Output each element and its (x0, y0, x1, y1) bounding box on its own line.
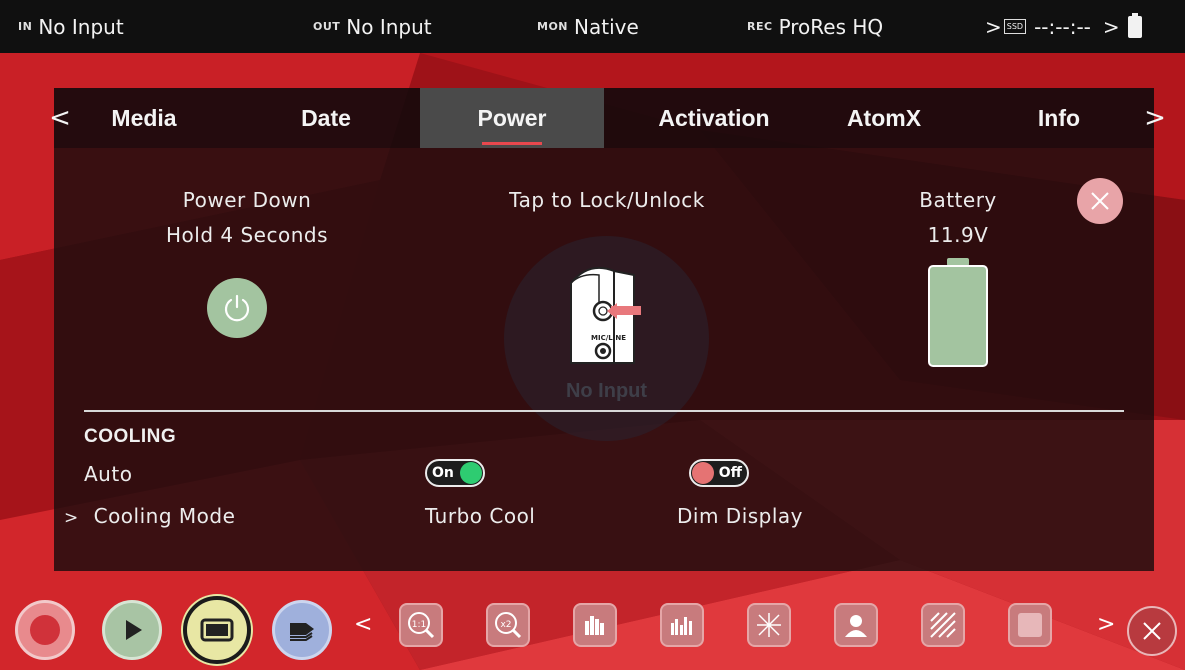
status-more-arrow: > (1102, 14, 1120, 39)
monitor-status[interactable]: MON Native (537, 0, 639, 53)
ssd-icon: SSD (1003, 19, 1027, 34)
zoom-x2-icon: x2 (495, 612, 522, 639)
battery-title: Battery (919, 188, 997, 212)
section-divider (84, 410, 1124, 412)
tag-icon (290, 623, 314, 641)
cooling-mode-arrow: > (64, 508, 79, 528)
waveform-button[interactable] (573, 603, 617, 647)
battery-icon (928, 258, 988, 367)
rgb-parade-icon (671, 617, 692, 635)
tabs-prev-arrow[interactable]: < (40, 88, 80, 148)
dim-display-label: Dim Display (677, 504, 804, 528)
power-down-hint: Hold 4 Seconds (166, 223, 328, 247)
blank-button[interactable] (1008, 603, 1052, 647)
toggle-knob (460, 462, 482, 484)
input-tag: IN (18, 20, 33, 33)
cooling-mode-row[interactable]: > Cooling Mode (64, 504, 235, 528)
tabs-next-arrow[interactable]: > (1140, 88, 1170, 148)
rgb-parade-button[interactable] (660, 603, 704, 647)
power-down-title: Power Down (182, 188, 312, 212)
vectorscope-icon (757, 613, 781, 637)
record-format-status[interactable]: REC ProRes HQ (747, 0, 883, 53)
cooling-heading: COOLING (84, 426, 177, 447)
close-icon (1091, 192, 1109, 210)
settings-tab-bar: < Media Date Power Activation AtomX Info… (49, 88, 1166, 148)
record-button[interactable] (15, 600, 75, 660)
play-icon (126, 620, 142, 640)
tab-atomx[interactable]: AtomX (824, 88, 944, 148)
input-value: No Input (38, 14, 124, 39)
media-arrow: > (985, 14, 1002, 39)
tag-button[interactable] (272, 600, 332, 660)
tab-activation[interactable]: Activation (629, 88, 799, 148)
tab-date[interactable]: Date (266, 88, 386, 148)
battery-voltage: 11.9V (927, 223, 989, 247)
toolbar-prev-arrow[interactable]: < (354, 612, 372, 637)
timecode: --:--:-- (1034, 14, 1091, 39)
zoom-1to1-icon: 1:1 (408, 612, 435, 639)
zoom-1to1-text: 1:1 (412, 620, 426, 630)
status-bar: IN No Input OUT No Input MON Native REC … (0, 0, 1185, 53)
monitor-tag: MON (537, 20, 569, 33)
blank-icon (1018, 613, 1042, 637)
tab-power[interactable]: Power (420, 88, 604, 148)
output-tag: OUT (313, 20, 341, 33)
lock-title: Tap to Lock/Unlock (509, 188, 705, 212)
close-icon (1143, 622, 1161, 640)
lock-overlay-text: No Input (565, 380, 648, 402)
dim-display-toggle[interactable]: Off (689, 459, 749, 487)
false-color-button[interactable] (834, 603, 878, 647)
record-icon (30, 615, 60, 645)
turbo-cool-label: Turbo Cool (425, 504, 536, 528)
toggle-knob (692, 462, 714, 484)
power-settings-panel: Power Down Hold 4 Seconds Tap to Lock/Un… (54, 148, 1154, 571)
zoom-x2-button[interactable]: x2 (486, 603, 530, 647)
waveform-icon (585, 616, 604, 635)
toolbar-close-button[interactable] (1127, 606, 1177, 656)
false-color-icon (845, 615, 867, 637)
play-button[interactable] (102, 600, 162, 660)
input-status[interactable]: IN No Input (18, 0, 124, 53)
zoom-1to1-button[interactable]: 1:1 (399, 603, 443, 647)
turbo-cool-state: On (432, 465, 454, 481)
tab-media[interactable]: Media (84, 88, 204, 148)
record-format-value: ProRes HQ (778, 14, 884, 39)
media-status[interactable]: > SSD --:--:-- > (985, 0, 1142, 53)
monitor-button[interactable] (183, 596, 251, 664)
zebra-icon (930, 612, 956, 638)
close-button[interactable] (1077, 178, 1123, 224)
port-label: MIC/LINE (591, 334, 626, 342)
record-tag: REC (747, 20, 773, 33)
monitor-value: Native (574, 14, 639, 39)
power-down-button[interactable] (207, 278, 267, 338)
cooling-mode-value: Auto (84, 462, 133, 486)
zoom-x2-text: x2 (500, 620, 511, 630)
battery-status-icon (1127, 12, 1142, 38)
output-status[interactable]: OUT No Input (313, 0, 432, 53)
cooling-mode-label: Cooling Mode (93, 504, 236, 528)
zebra-button[interactable] (921, 603, 965, 647)
tab-info[interactable]: Info (1004, 88, 1114, 148)
toolbar-next-arrow[interactable]: > (1097, 612, 1115, 637)
vectorscope-button[interactable] (747, 603, 791, 647)
dim-display-state: Off (718, 465, 742, 481)
turbo-cool-toggle[interactable]: On (425, 459, 485, 487)
monitor-icon (200, 618, 234, 642)
output-value: No Input (346, 14, 432, 39)
device-lock-icon: MIC/LINE (570, 267, 641, 364)
power-icon (224, 294, 250, 322)
